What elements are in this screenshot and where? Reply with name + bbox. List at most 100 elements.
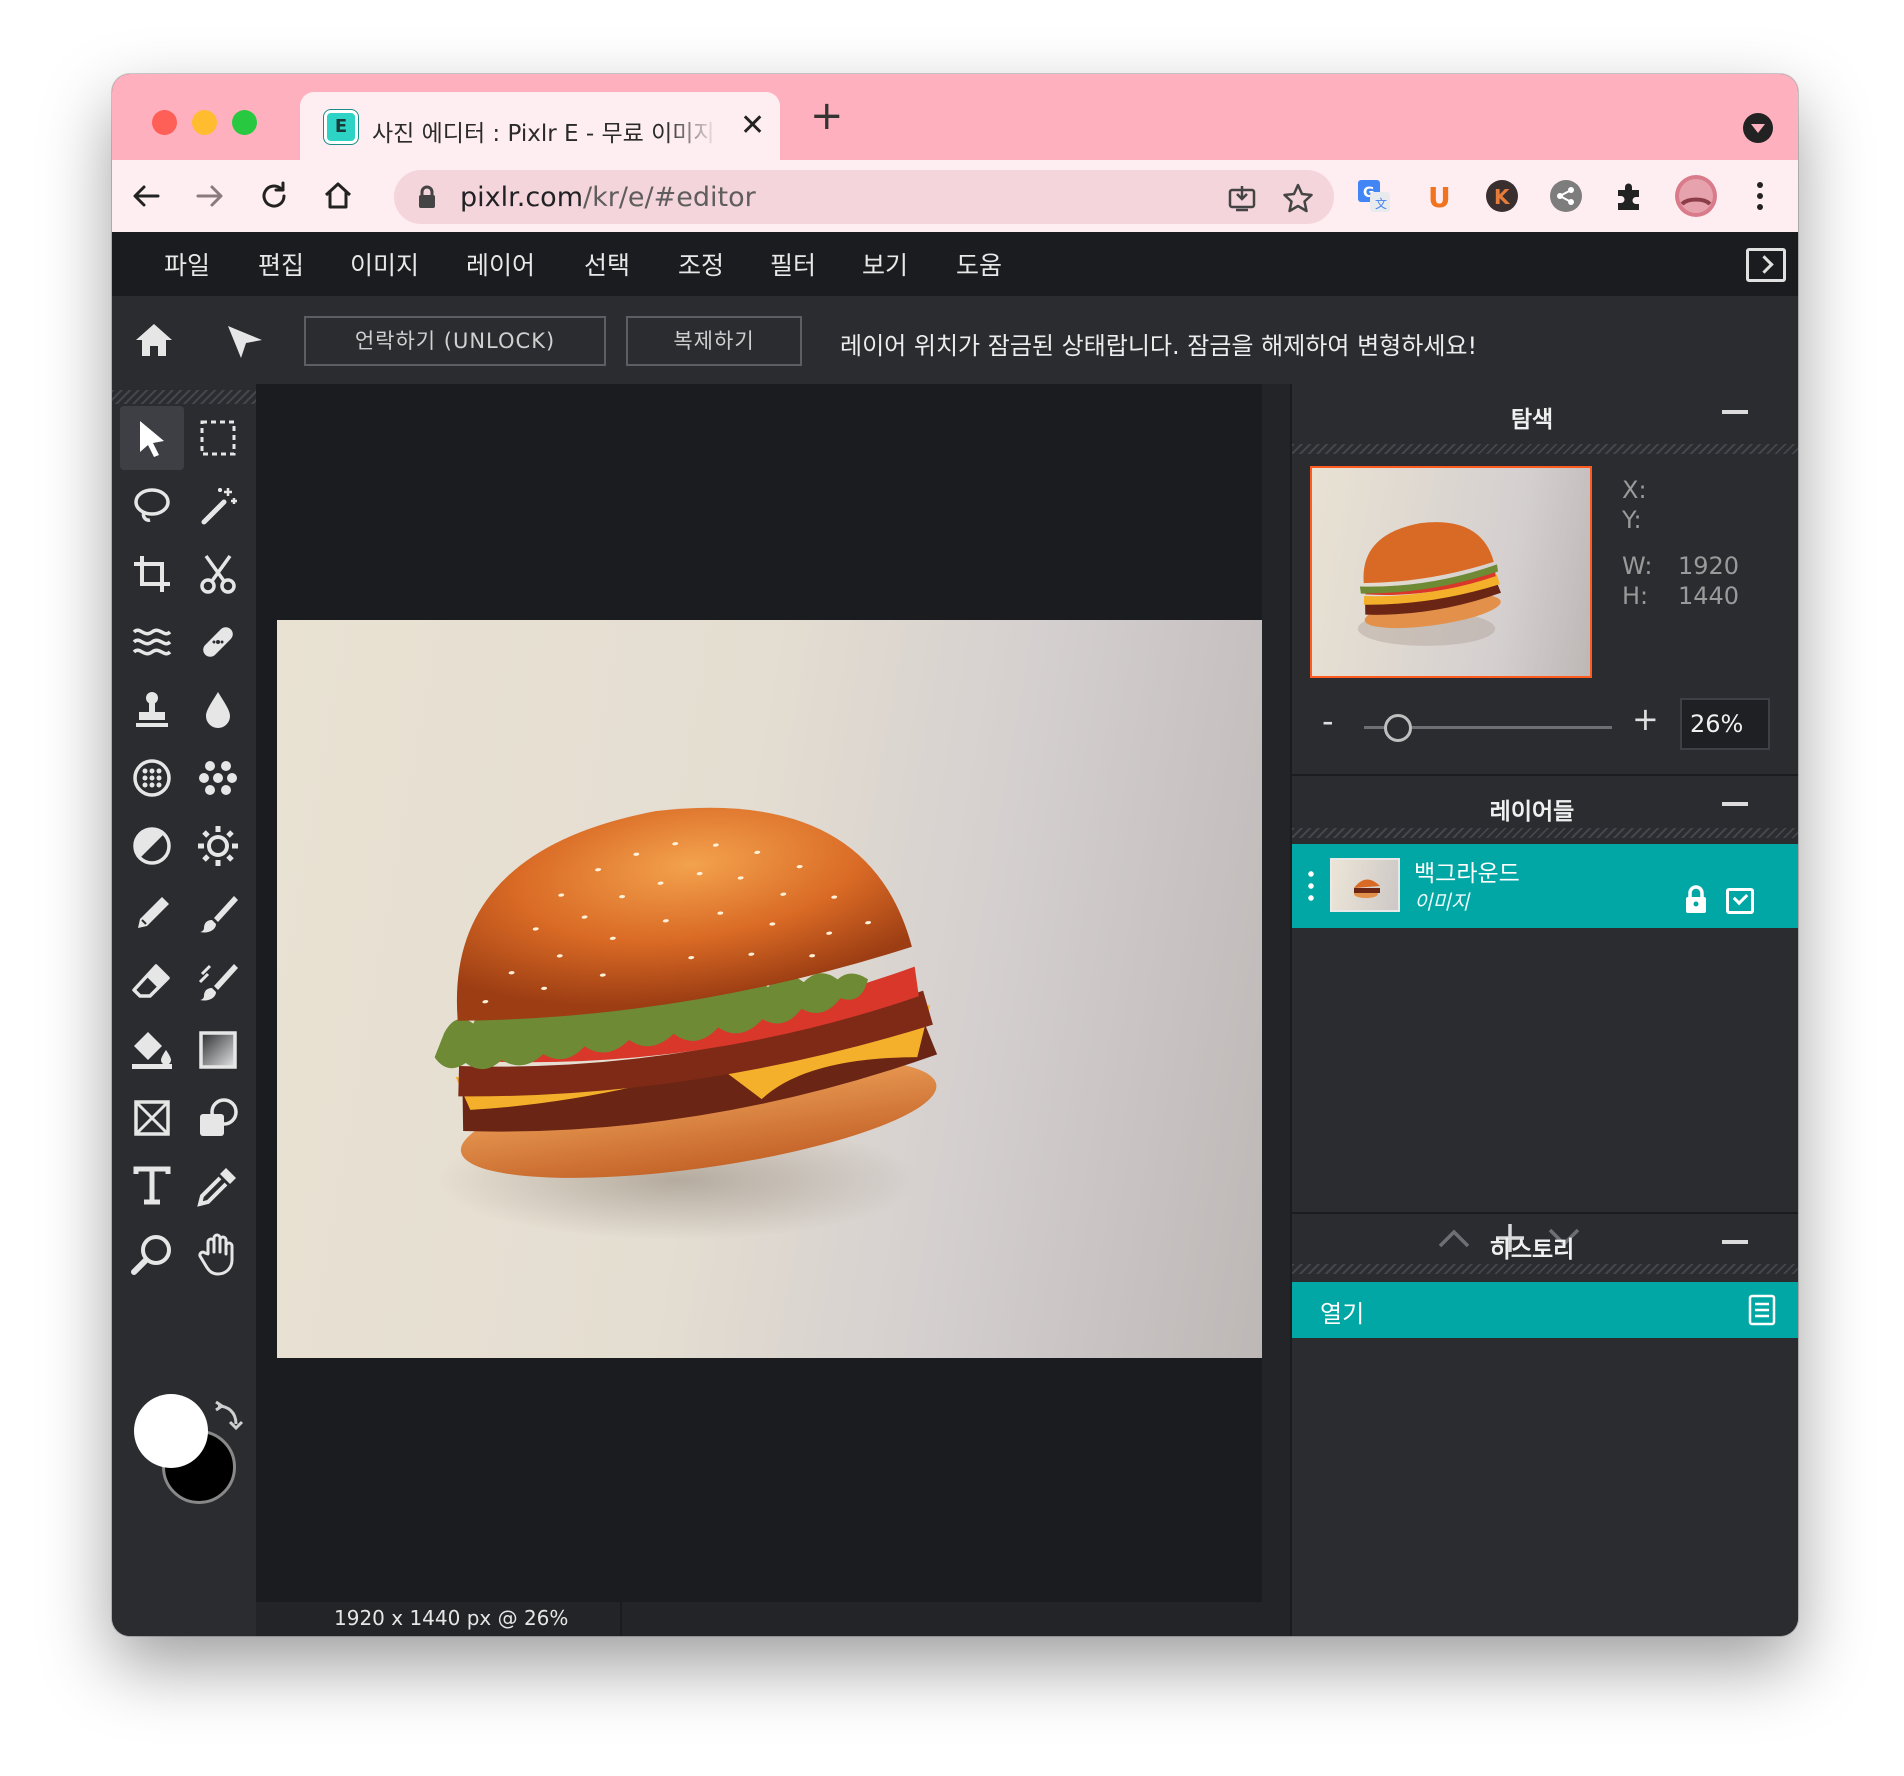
install-app-icon[interactable]	[1224, 180, 1260, 216]
google-translate-icon[interactable]: G文	[1350, 172, 1398, 220]
new-tab-button[interactable]: +	[810, 94, 844, 138]
blur-tool[interactable]	[186, 678, 250, 742]
clone-stamp-tool[interactable]	[120, 678, 184, 742]
pencil-tool[interactable]	[120, 882, 184, 946]
maximize-window-button[interactable]	[232, 110, 257, 135]
zoom-out-button[interactable]: -	[1322, 702, 1334, 740]
browser-tab-active[interactable]: E 사진 에디터 : Pixlr E - 무료 이미지 편집기 ✕	[300, 92, 780, 160]
history-item[interactable]: 열기	[1292, 1282, 1798, 1338]
extensions-puzzle-icon[interactable]	[1606, 172, 1654, 220]
menu-adjust[interactable]: 조정	[678, 246, 724, 282]
hand-pan-icon	[198, 1233, 234, 1276]
eraser-tool[interactable]	[120, 950, 184, 1014]
gradient-tool[interactable]	[186, 1018, 250, 1082]
back-button[interactable]	[124, 160, 168, 232]
hand-tool[interactable]	[186, 1222, 250, 1286]
arrange-tool[interactable]	[120, 406, 184, 470]
bookmark-star-icon[interactable]	[1280, 180, 1316, 216]
menu-help[interactable]: 도움	[956, 246, 1002, 282]
menu-image[interactable]: 이미지	[350, 246, 419, 282]
layer-item[interactable]: 백그라운드 이미지	[1292, 844, 1798, 928]
marquee-tool[interactable]	[186, 406, 250, 470]
reload-button[interactable]	[252, 160, 296, 232]
text-tool[interactable]	[120, 1154, 184, 1218]
zoom-slider-handle[interactable]	[1383, 714, 1412, 742]
app-menu-bar: 파일 편집 이미지 레이어 선택 조정 필터 보기 도움	[112, 232, 1798, 296]
swap-colors-icon[interactable]	[212, 1398, 246, 1432]
history-grip[interactable]	[1292, 1264, 1798, 1274]
zoom-tool[interactable]	[120, 1222, 184, 1286]
magic-wand-icon	[201, 488, 237, 525]
menu-filter[interactable]: 필터	[770, 246, 816, 282]
history-collapse-icon[interactable]	[1722, 1240, 1748, 1244]
canvas-area[interactable]: 1920 x 1440 px @ 26%	[256, 384, 1290, 1636]
canvas-image-burger[interactable]	[277, 620, 1262, 1358]
layer-visibility-checkbox[interactable]	[1726, 888, 1754, 914]
drag-handle-icon[interactable]	[1308, 868, 1314, 904]
cutout-tool[interactable]	[186, 542, 250, 606]
color-picker-tool[interactable]	[186, 1154, 250, 1218]
eraser-icon	[132, 964, 170, 998]
layers-header: 레이어들	[1292, 776, 1798, 836]
menu-view[interactable]: 보기	[862, 246, 908, 282]
heal-tool[interactable]	[186, 610, 250, 674]
smudge-tool[interactable]	[186, 950, 250, 1014]
navigator-collapse-icon[interactable]	[1722, 410, 1748, 414]
gradient-square-icon	[199, 1031, 237, 1069]
tab-search-icon[interactable]	[1743, 113, 1773, 143]
zoom-in-button[interactable]: +	[1632, 700, 1659, 738]
browser-menu-icon[interactable]	[1736, 172, 1784, 220]
dodge-burn-tool[interactable]	[120, 814, 184, 878]
address-bar[interactable]: pixlr.com/kr/e/#editor	[394, 170, 1334, 224]
shape-frame-tool[interactable]	[120, 1086, 184, 1150]
close-tab-icon[interactable]: ✕	[740, 108, 765, 144]
duplicate-button[interactable]: 복제하기	[626, 316, 802, 366]
color-replace-tool[interactable]	[186, 746, 250, 810]
close-window-button[interactable]	[152, 110, 177, 135]
canvas-vertical-scrollbar[interactable]	[1262, 384, 1290, 1602]
liquify-tool[interactable]	[120, 610, 184, 674]
menu-layer[interactable]: 레이어	[466, 246, 535, 282]
shape-tool[interactable]	[186, 1086, 250, 1150]
minimize-window-button[interactable]	[192, 110, 217, 135]
navigator-grip[interactable]	[1292, 444, 1798, 454]
placeholder-frame-icon	[134, 1100, 170, 1136]
ublock-extension-icon[interactable]: U	[1414, 172, 1462, 220]
menu-file[interactable]: 파일	[164, 246, 210, 282]
url-text[interactable]: pixlr.com/kr/e/#editor	[460, 182, 756, 213]
browser-toolbar: pixlr.com/kr/e/#editor G文 U K	[112, 160, 1798, 232]
burger-illustration	[434, 807, 938, 1240]
history-item-label: 열기	[1320, 1300, 1365, 1328]
status-divider	[620, 1602, 622, 1636]
crop-tool[interactable]	[120, 542, 184, 606]
share-extension-icon[interactable]	[1542, 172, 1590, 220]
forward-button[interactable]	[188, 160, 232, 232]
brush-tool[interactable]	[186, 882, 250, 946]
unlock-button[interactable]: 언락하기 (UNLOCK)	[304, 316, 606, 366]
sponge-tool[interactable]	[120, 746, 184, 810]
magic-wand-tool[interactable]	[186, 474, 250, 538]
lasso-tool[interactable]	[120, 474, 184, 538]
layers-grip[interactable]	[1292, 828, 1798, 838]
stamp-icon	[136, 692, 168, 727]
profile-avatar[interactable]	[1672, 172, 1720, 220]
right-panel: 탐색 X: Y: W: 1920 H: 1440 - + 26% 레이어들 백그…	[1290, 384, 1798, 1636]
fill-tool[interactable]	[120, 1018, 184, 1082]
layers-collapse-icon[interactable]	[1722, 802, 1748, 806]
k-extension-icon[interactable]: K	[1478, 172, 1526, 220]
zoom-percent-input[interactable]: 26%	[1680, 698, 1770, 750]
lock-icon[interactable]	[416, 184, 438, 210]
home-button[interactable]	[316, 160, 360, 232]
layer-lock-icon[interactable]	[1684, 884, 1708, 918]
arrow-left-icon	[133, 185, 160, 207]
sharpen-tool[interactable]	[186, 814, 250, 878]
toggle-panels-icon[interactable]	[1746, 248, 1786, 282]
arrange-tool-icon[interactable]	[224, 320, 266, 366]
home-icon[interactable]	[132, 318, 176, 366]
foreground-color-swatch[interactable]	[134, 1394, 208, 1468]
menu-select[interactable]: 선택	[584, 246, 630, 282]
navigator-thumbnail[interactable]	[1310, 466, 1592, 678]
toolbox-grip[interactable]	[112, 390, 256, 404]
menu-edit[interactable]: 편집	[258, 246, 304, 282]
liquify-waves-icon	[132, 628, 172, 656]
